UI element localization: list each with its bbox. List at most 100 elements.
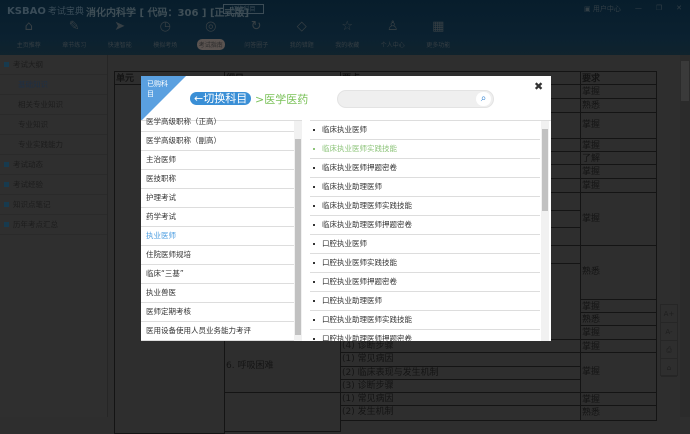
sidebar-item[interactable]: 考试经验 <box>0 175 107 195</box>
purchased-subjects-tab[interactable]: 已购科目 <box>147 79 169 99</box>
minimize-button[interactable]: — <box>635 4 642 14</box>
subject-item[interactable]: 口腔执业医师实践技能 <box>310 254 540 273</box>
nav-item-0[interactable]: ⌂ 主页推荐 <box>6 18 52 50</box>
subject-item[interactable]: 临床执业医师押题密卷 <box>310 159 540 178</box>
subitem-cell: 6. 呼吸困难 <box>224 339 341 393</box>
reader-tools: A+ A- ⎙ ⌂ <box>660 304 678 377</box>
subject-item[interactable]: 临床执业医师实践技能 <box>310 140 540 159</box>
point-cell: (4) 诊断步骤 <box>340 339 581 353</box>
star-icon: ☆ <box>341 19 354 34</box>
sidebar-item[interactable]: 历年考点汇总 <box>0 215 107 235</box>
nav-item-3[interactable]: ◷ 模拟考场 <box>143 18 189 50</box>
clock-icon: ◷ <box>159 19 171 34</box>
subject-scrollbar[interactable] <box>541 121 549 341</box>
switch-subject-button[interactable]: 切换科目 <box>223 4 264 14</box>
requirement-cell: 掌握 <box>580 112 657 139</box>
logo: KSBAO 考试宝典 <box>7 4 84 17</box>
nav-item-1[interactable]: ✎ 章节练习 <box>52 18 98 50</box>
close-window-button[interactable]: ✕ <box>676 4 682 14</box>
window-controls: ▣ 用户中心 — ❐ ✕ <box>584 4 682 14</box>
category-item[interactable]: 执业兽医 <box>141 284 294 303</box>
user-center-button[interactable]: ▣ 用户中心 <box>584 4 621 14</box>
font-increase-button[interactable]: A+ <box>661 305 677 323</box>
close-dialog-button[interactable]: ✖ <box>534 80 543 93</box>
search-icon[interactable]: ⌕ <box>476 92 491 106</box>
breadcrumb: >医学医药 <box>255 93 309 106</box>
requirement-cell: 熟悉 <box>580 245 657 300</box>
sidebar: 考试大纲 基础知识 相关专业知识 专业知识 专业实践能力 考试动态 考试经验 知识点笔记 历年考… <box>0 55 108 417</box>
requirement-cell: 掌握 <box>580 192 657 246</box>
category-item[interactable]: 医师定期考核 <box>141 303 294 322</box>
font-decrease-button[interactable]: A- <box>661 323 677 341</box>
sidebar-item[interactable]: 专业知识 <box>0 115 107 135</box>
sidebar-item[interactable]: 专业实践能力 <box>0 135 107 155</box>
requirement-cell: 熟悉 <box>580 312 657 326</box>
top-button[interactable]: ⌂ <box>661 359 677 377</box>
subject-item[interactable]: 临床执业助理医师押题密卷 <box>310 216 540 235</box>
main-nav: ⌂ 主页推荐 ✎ 章节练习 ➤ 快速智能 ◷ 模拟考场 ◎ 考试指南 ↻ 问答圈子 ◇ 我的错题 ☆ 我的收藏… <box>6 18 461 50</box>
send-icon: ➤ <box>114 19 126 34</box>
nav-item-2[interactable]: ➤ 快速智能 <box>97 18 143 50</box>
nav-label: 考试指南 <box>196 39 225 50</box>
sidebar-item[interactable]: 考试大纲 <box>0 55 107 75</box>
nav-item-4[interactable]: ◎ 考试指南 <box>188 18 234 50</box>
user-icon: ♙ <box>386 19 399 34</box>
nav-label: 个人中心 <box>380 42 405 49</box>
nav-item-8[interactable]: ♙ 个人中心 <box>370 18 416 50</box>
nav-label: 我的错题 <box>289 42 314 49</box>
nav-label: 我的收藏 <box>335 42 360 49</box>
sidebar-item[interactable]: 基础知识 <box>0 75 107 95</box>
category-item[interactable]: 医学高级职称（副高） <box>141 132 294 151</box>
edit-icon: ✎ <box>68 19 80 34</box>
category-item[interactable]: 临床“三基” <box>141 265 294 284</box>
search-box[interactable]: ⌕ <box>337 90 494 108</box>
nav-label: 主页推荐 <box>16 42 41 49</box>
nav-item-7[interactable]: ☆ 我的收藏 <box>325 18 371 50</box>
app-header: KSBAO 考试宝典 消化内科学 [ 代码：306 ] [正式版] 切换科目 ▣ … <box>0 0 690 55</box>
page-scrollbar[interactable] <box>680 55 690 417</box>
subject-item[interactable]: 口腔执业助理医师 <box>310 292 540 311</box>
grid-icon: ▦ <box>432 19 445 34</box>
sidebar-item[interactable]: 知识点笔记 <box>0 195 107 215</box>
nav-item-6[interactable]: ◇ 我的错题 <box>279 18 325 50</box>
print-button[interactable]: ⎙ <box>661 341 677 359</box>
subject-item[interactable]: 口腔执业助理医师实践技能 <box>310 311 540 330</box>
refresh-icon: ↻ <box>250 19 262 34</box>
sidebar-item[interactable]: 相关专业知识 <box>0 95 107 115</box>
scrollbar-thumb[interactable] <box>295 139 301 335</box>
subject-list: 临床执业医师 临床执业医师实践技能 临床执业医师押题密卷 临床执业助理医师 临床执业助理… <box>310 120 551 341</box>
category-scrollbar[interactable] <box>294 121 302 341</box>
nav-label: 模拟考场 <box>153 42 178 49</box>
category-item[interactable]: 住院医师规培 <box>141 246 294 265</box>
subject-item[interactable]: 口腔执业医师押题密卷 <box>310 273 540 292</box>
subject-item[interactable]: 临床执业助理医师实践技能 <box>310 197 540 216</box>
maximize-button[interactable]: ❐ <box>656 4 662 14</box>
subject-item[interactable]: 临床执业助理医师 <box>310 178 540 197</box>
nav-label: 快速智能 <box>107 42 132 49</box>
category-item[interactable]: 护理考试 <box>141 189 294 208</box>
category-item[interactable]: 执业医师 <box>141 227 294 246</box>
nav-label: 更多功能 <box>426 42 451 49</box>
category-item[interactable]: 医学高级职称（正高） <box>141 113 294 132</box>
category-item[interactable]: 医技职称 <box>141 170 294 189</box>
point-cell: (2) 临床表现与发生机制 <box>340 366 581 380</box>
category-item[interactable]: 药学考试 <box>141 208 294 227</box>
home-icon: ⌂ <box>24 19 33 34</box>
subject-item[interactable]: 口腔执业医师 <box>310 235 540 254</box>
subject-item[interactable]: 临床执业医师 <box>310 121 540 140</box>
tag-icon: ◇ <box>296 19 307 34</box>
point-cell: (2) 发生机制 <box>340 405 581 421</box>
nav-item-5[interactable]: ↻ 问答圈子 <box>234 18 280 50</box>
category-item[interactable]: 主治医师 <box>141 151 294 170</box>
scrollbar-thumb[interactable] <box>681 61 689 101</box>
category-item[interactable]: 医用设备使用人员业务能力考评 <box>141 322 294 341</box>
subject-item[interactable]: 口腔执业助理医师押题密卷 <box>310 330 540 341</box>
brand-cn: 考试宝典 <box>47 7 84 17</box>
point-cell: (1) 常见病因 <box>340 352 581 367</box>
back-switch-subject-button[interactable]: ←切换科目 <box>190 92 252 105</box>
sidebar-item[interactable]: 考试动态 <box>0 155 107 175</box>
requirement-cell: 掌握 <box>580 84 657 99</box>
scrollbar-thumb[interactable] <box>542 129 548 211</box>
nav-item-9[interactable]: ▦ 更多功能 <box>416 18 462 50</box>
requirement-cell: 熟悉 <box>580 405 657 421</box>
